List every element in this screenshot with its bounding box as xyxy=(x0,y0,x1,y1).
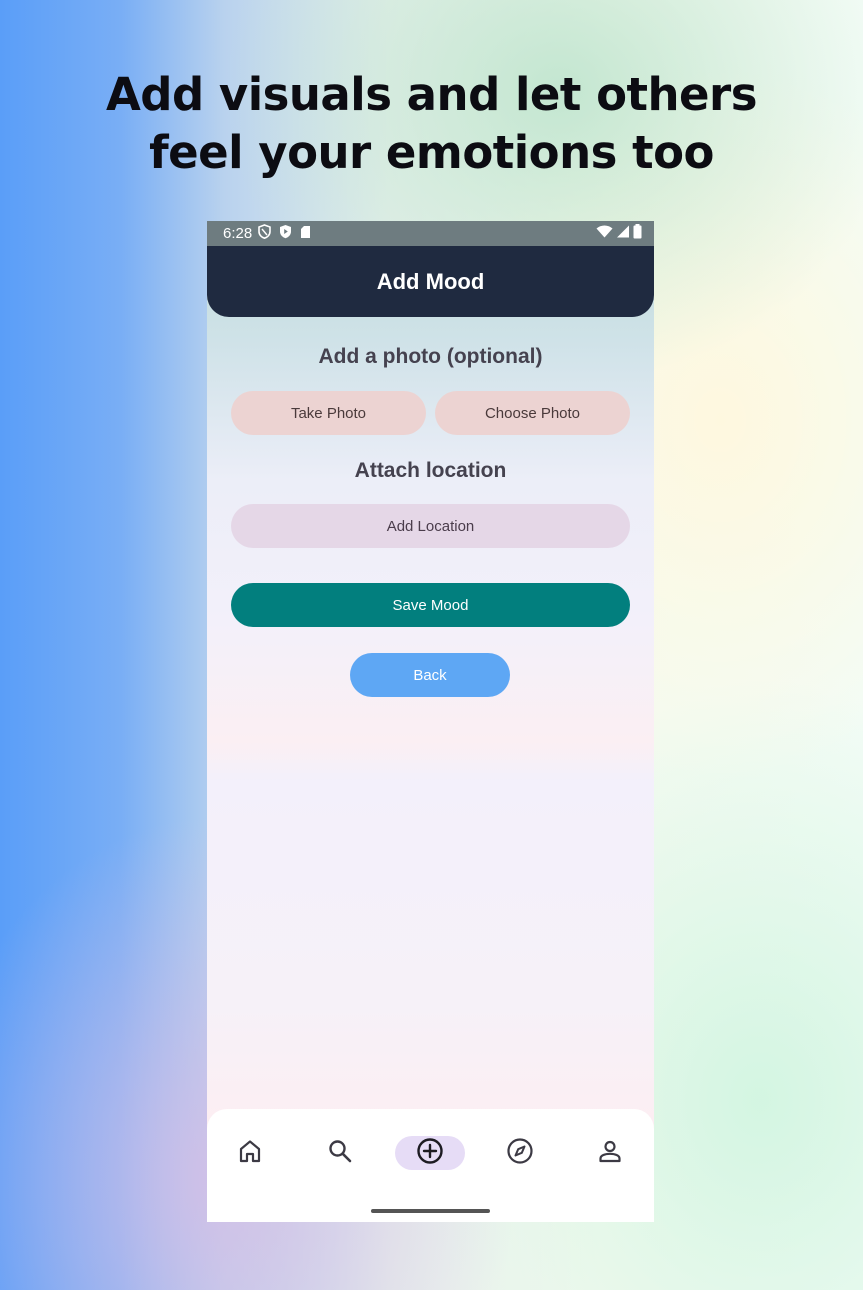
save-mood-button[interactable]: Save Mood xyxy=(231,583,630,627)
bottom-navigation xyxy=(207,1109,654,1222)
shield-play-icon xyxy=(279,224,292,243)
search-icon xyxy=(327,1138,353,1169)
headline: Add visuals and let others feel your emo… xyxy=(0,66,863,182)
phone-screen: 6:28 Add Mood Add a photo (optional) Tak… xyxy=(207,221,654,1222)
status-bar: 6:28 xyxy=(207,221,654,246)
nav-add-mood[interactable] xyxy=(395,1136,465,1170)
shield-outline-icon xyxy=(258,224,272,243)
nav-home[interactable] xyxy=(225,1135,275,1171)
location-section-title: Attach location xyxy=(354,459,507,482)
app-bar: Add Mood xyxy=(207,246,654,317)
profile-icon xyxy=(597,1138,623,1169)
nav-explore[interactable] xyxy=(495,1135,545,1171)
home-icon xyxy=(237,1138,263,1169)
sd-card-icon xyxy=(300,225,311,243)
choose-photo-button[interactable]: Choose Photo xyxy=(435,391,630,435)
status-time: 6:28 xyxy=(223,225,253,242)
nav-search[interactable] xyxy=(315,1135,365,1171)
compass-icon xyxy=(506,1137,534,1170)
wifi-icon xyxy=(596,225,613,242)
page-title: Add Mood xyxy=(376,268,485,294)
add-location-button[interactable]: Add Location xyxy=(231,504,630,548)
nav-profile[interactable] xyxy=(585,1135,635,1171)
photo-section-title: Add a photo (optional) xyxy=(318,345,543,368)
add-circle-icon xyxy=(416,1137,444,1170)
back-button[interactable]: Back xyxy=(350,653,510,697)
take-photo-button[interactable]: Take Photo xyxy=(231,391,426,435)
battery-icon xyxy=(633,224,642,243)
cell-signal-icon xyxy=(616,225,630,242)
home-indicator[interactable] xyxy=(371,1209,490,1213)
headline-line-2: feel your emotions too xyxy=(149,126,714,179)
headline-line-1: Add visuals and let others xyxy=(105,68,758,121)
